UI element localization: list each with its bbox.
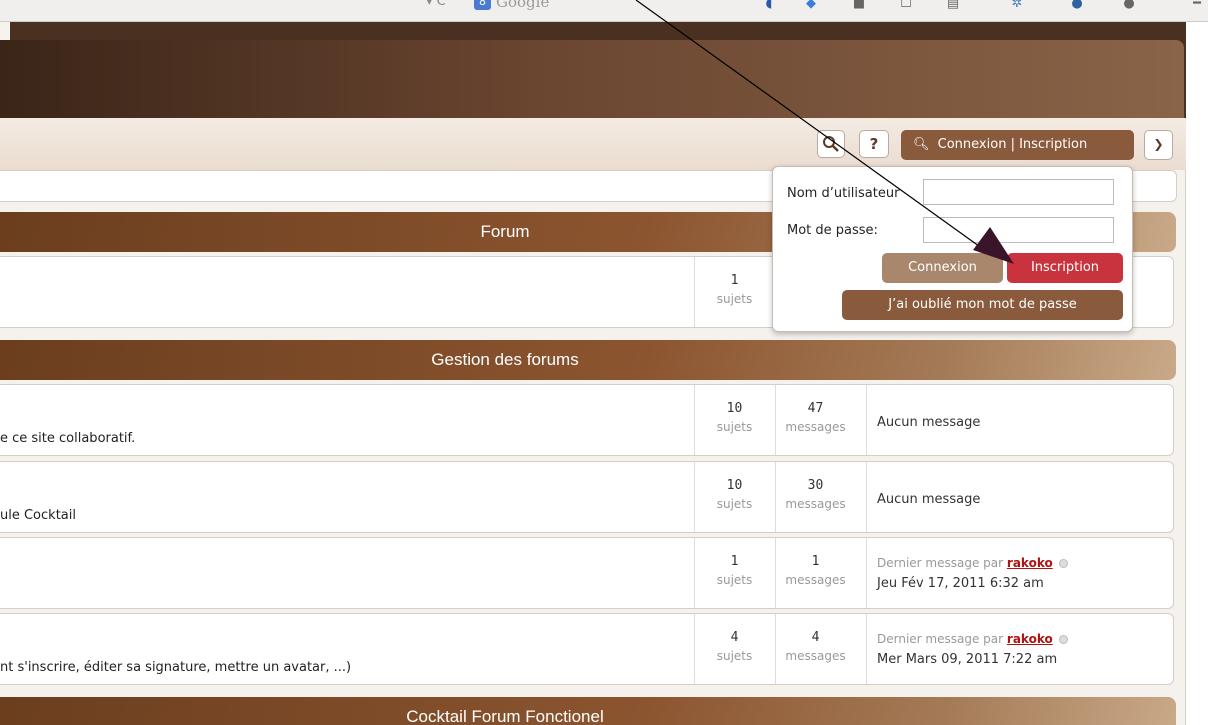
section-title: Forum xyxy=(480,222,530,241)
last-post-prefix: Dernier message par xyxy=(877,632,1004,646)
username-label: Nom d’utilisateur xyxy=(787,186,900,201)
forum-row[interactable]: 1 sujets 1 messages Dernier message par … xyxy=(0,537,1174,609)
username-input[interactable] xyxy=(923,179,1114,205)
last-post: Aucun message xyxy=(866,385,1166,455)
no-message-text: Aucun message xyxy=(877,415,981,430)
forum-description: nt s'inscrire, éditer sa signature, mett… xyxy=(0,660,352,675)
register-button[interactable]: Inscription xyxy=(1007,253,1123,283)
google-icon[interactable]: 8 xyxy=(474,0,491,10)
last-post: Dernier message par rakoko Jeu Fév 17, 2… xyxy=(866,538,1166,608)
topics-count: 1 sujets xyxy=(694,257,774,327)
last-post: Aucun message xyxy=(866,462,1166,532)
section-header-cocktail: Cocktail Forum Fonctionel xyxy=(0,697,1176,725)
view-latest-post-icon[interactable] xyxy=(1058,635,1068,644)
forum-description: ule Cocktail xyxy=(0,508,76,523)
login-submit-button[interactable]: Connexion xyxy=(882,253,1003,283)
last-post-user-link[interactable]: rakoko xyxy=(1007,632,1053,646)
help-label: ? xyxy=(869,135,879,153)
password-input[interactable] xyxy=(923,217,1114,243)
pocket-icon[interactable]: ◆ xyxy=(800,0,822,11)
site-header xyxy=(0,40,1184,120)
topics-count: 1 sujets xyxy=(694,538,774,608)
section-title: Gestion des forums xyxy=(431,350,579,369)
section-title: Cocktail Forum Fonctionel xyxy=(406,707,604,725)
last-post-date: Mer Mars 09, 2011 7:22 am xyxy=(877,652,1058,667)
search-button[interactable] xyxy=(817,130,845,158)
menu-icon[interactable]: ━ xyxy=(1186,0,1208,11)
posts-count: 30 messages xyxy=(775,462,855,532)
view-latest-post-icon[interactable] xyxy=(1058,559,1068,568)
login-label: Connexion | Inscription xyxy=(937,137,1088,152)
bookmark-icon[interactable]: ☐ xyxy=(895,0,917,11)
topics-count: 4 sujets xyxy=(694,614,774,684)
browser-toolbar: ▾ C 8 Google ◖ ◆ ■ ☐ ▤ ✲ ● ● ━ xyxy=(0,0,1208,22)
addon-icon[interactable]: ✲ xyxy=(1006,0,1028,11)
menu-toggle-button[interactable]: ❯ xyxy=(1144,130,1173,160)
last-post-prefix: Dernier message par xyxy=(877,556,1004,570)
reload-icon[interactable]: ▾ C xyxy=(426,0,446,9)
posts-count: 47 messages xyxy=(775,385,855,455)
home-icon[interactable]: ■ xyxy=(848,0,870,11)
posts-count: 1 messages xyxy=(775,538,855,608)
posts-count: 4 messages xyxy=(775,614,855,684)
topics-count: 10 sujets xyxy=(694,385,774,455)
forgot-password-button[interactable]: J’ai oublié mon mot de passe xyxy=(842,290,1123,320)
chevron-down-icon: ❯ xyxy=(1153,137,1164,151)
extension-icon[interactable]: ● xyxy=(1118,0,1140,11)
password-label: Mot de passe: xyxy=(787,223,878,238)
reader-icon[interactable]: ▤ xyxy=(942,0,964,11)
search-icon[interactable]: ◖ xyxy=(758,0,780,11)
no-message-text: Aucun message xyxy=(877,492,981,507)
forum-description: e ce site collaboratif. xyxy=(0,431,136,446)
topics-count: 10 sujets xyxy=(694,462,774,532)
last-post-date: Jeu Fév 17, 2011 6:32 am xyxy=(877,576,1044,591)
forum-row[interactable]: e ce site collaboratif. 10 sujets 47 mes… xyxy=(0,384,1174,456)
forum-row[interactable]: nt s'inscrire, éditer sa signature, mett… xyxy=(0,613,1174,685)
key-icon: 🔍︎ xyxy=(913,137,930,152)
section-header-gestion: Gestion des forums xyxy=(0,340,1176,380)
last-post: Dernier message par rakoko Mer Mars 09, … xyxy=(866,614,1166,684)
help-button[interactable]: ? xyxy=(859,130,889,158)
login-dropdown: Nom d’utilisateur Mot de passe: Connexio… xyxy=(772,166,1133,332)
globe-icon[interactable]: ● xyxy=(1066,0,1088,11)
last-post-user-link[interactable]: rakoko xyxy=(1007,556,1053,570)
search-engine-label[interactable]: Google xyxy=(496,0,549,11)
login-button[interactable]: 🔍︎ Connexion | Inscription xyxy=(901,130,1134,160)
forum-row[interactable]: ule Cocktail 10 sujets 30 messages Aucun… xyxy=(0,461,1174,533)
magnifier-icon xyxy=(823,136,839,152)
